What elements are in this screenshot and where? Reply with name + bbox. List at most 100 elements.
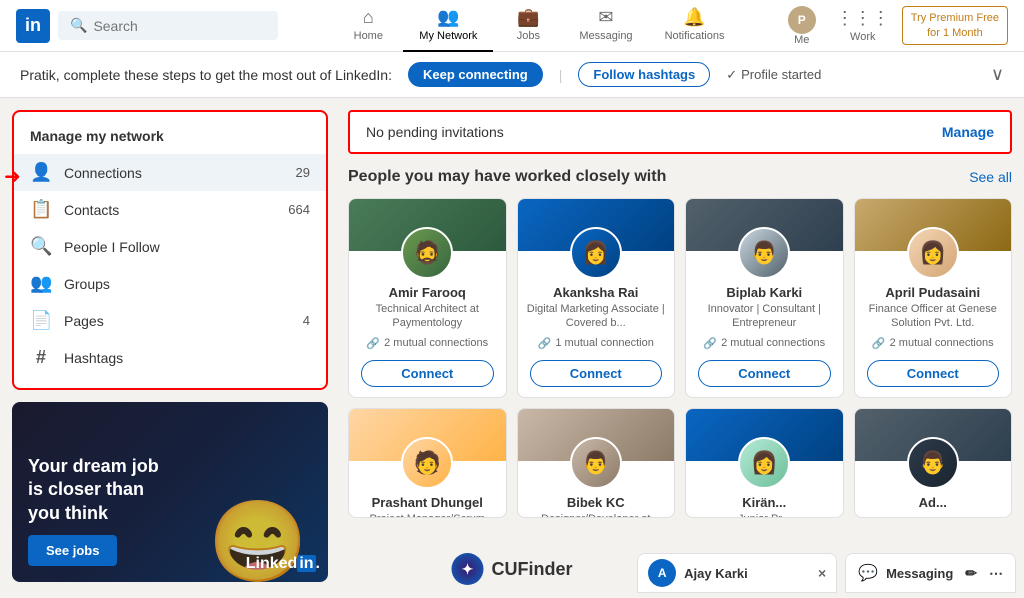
notifications-icon: 🔔 bbox=[683, 7, 705, 28]
nav-home[interactable]: ⌂ Home bbox=[333, 0, 403, 52]
connections-count: 29 bbox=[296, 165, 310, 180]
me-label: Me bbox=[794, 34, 809, 46]
banner-text: Pratik, complete these steps to get the … bbox=[20, 67, 392, 83]
grid-icon: ⋮⋮⋮ bbox=[836, 8, 890, 29]
cufinder-text: CUFinder bbox=[492, 559, 573, 580]
chat-name-ajay: Ajay Karki bbox=[684, 566, 810, 581]
person-title-2: Innovator | Consultant | Entrepreneur bbox=[686, 300, 843, 333]
card-avatar-wrap-3: 👩 bbox=[855, 227, 1012, 279]
connect-button-0[interactable]: Connect bbox=[361, 360, 494, 387]
contacts-icon: 📋 bbox=[30, 199, 52, 220]
person-mutual-1: 🔗 1 mutual connection bbox=[518, 333, 675, 354]
mutual-icon-0: 🔗 bbox=[366, 337, 380, 350]
connections-icon: 👤 bbox=[30, 162, 52, 183]
card-avatar-3: 👩 bbox=[907, 227, 959, 279]
banner-chevron-icon[interactable]: ∨ bbox=[991, 64, 1004, 85]
main-layout: ➜ Manage my network 👤 Connections 29 📋 C… bbox=[0, 98, 1024, 598]
person-title-1: Digital Marketing Associate | Covered b.… bbox=[518, 300, 675, 333]
search-bar[interactable]: 🔍 bbox=[58, 11, 278, 40]
see-jobs-button[interactable]: See jobs bbox=[28, 535, 117, 566]
person-card-2: 👨 Biplab Karki Innovator | Consultant | … bbox=[685, 198, 844, 398]
sidebar-card-title: Manage my network bbox=[14, 124, 326, 154]
nav-me[interactable]: P Me bbox=[780, 6, 824, 46]
see-all-link[interactable]: See all bbox=[969, 169, 1012, 185]
people-cards-row1: 🧔 Amir Farooq Technical Architect at Pay… bbox=[348, 198, 1012, 398]
profile-started: ✓ Profile started bbox=[726, 67, 821, 83]
invitations-wrapper: ➜ No pending invitations Manage bbox=[348, 110, 1012, 154]
card-avatar-wrap-2: 👨 bbox=[686, 227, 843, 279]
nav-network-label: My Network bbox=[419, 30, 477, 42]
connections-arrow: ➜ bbox=[4, 164, 21, 189]
person-name-6: Kirän... bbox=[686, 495, 843, 510]
search-input[interactable] bbox=[93, 18, 263, 34]
search-icon: 🔍 bbox=[70, 17, 87, 34]
sidebar-item-contacts[interactable]: 📋 Contacts 664 bbox=[14, 191, 326, 228]
sidebar-item-groups[interactable]: 👥 Groups bbox=[14, 265, 326, 302]
premium-button[interactable]: Try Premium Free for 1 Month bbox=[902, 6, 1008, 45]
person-mutual-2: 🔗 2 mutual connections bbox=[686, 333, 843, 354]
chat-avatar-ajay: A bbox=[648, 559, 676, 587]
cufinder-logo: ✦ bbox=[452, 553, 484, 585]
nav-jobs-label: Jobs bbox=[517, 30, 540, 42]
more-icon[interactable]: ⋯ bbox=[989, 565, 1003, 582]
nav-notifications[interactable]: 🔔 Notifications bbox=[649, 0, 741, 52]
connect-button-3[interactable]: Connect bbox=[867, 360, 1000, 387]
chat-window-ajay[interactable]: A Ajay Karki × bbox=[637, 553, 837, 593]
suggestions-title: People you may have worked closely with bbox=[348, 168, 666, 186]
linkedin-brand: Linkedin. bbox=[246, 551, 320, 574]
card-avatar-4: 🧑 bbox=[401, 437, 453, 489]
connect-button-1[interactable]: Connect bbox=[530, 360, 663, 387]
person-card-3: 👩 April Pudasaini Finance Officer at Gen… bbox=[854, 198, 1013, 398]
home-icon: ⌂ bbox=[363, 7, 374, 28]
groups-icon: 👥 bbox=[30, 273, 52, 294]
person-card-7: 👨 Ad... bbox=[854, 408, 1013, 518]
connect-button-2[interactable]: Connect bbox=[698, 360, 831, 387]
person-card-1: 👩 Akanksha Rai Digital Marketing Associa… bbox=[517, 198, 676, 398]
card-avatar-wrap-6: 👩 bbox=[686, 437, 843, 489]
pages-label: Pages bbox=[64, 313, 303, 329]
sidebar-item-hashtags[interactable]: # Hashtags bbox=[14, 339, 326, 376]
card-avatar-wrap-5: 👨 bbox=[518, 437, 675, 489]
sidebar-item-pages[interactable]: 📄 Pages 4 bbox=[14, 302, 326, 339]
compose-icon[interactable]: ✏ bbox=[965, 565, 977, 582]
cufinder-logo-symbol: ✦ bbox=[462, 561, 474, 578]
hashtags-label: Hashtags bbox=[64, 350, 310, 366]
messaging-bubble-icon: 💬 bbox=[858, 563, 878, 583]
nav-home-label: Home bbox=[354, 30, 383, 42]
contacts-count: 664 bbox=[288, 202, 310, 217]
person-card-5: 👨 Bibek KC Designer/Developer at bbox=[517, 408, 676, 518]
follow-hashtags-button[interactable]: Follow hashtags bbox=[578, 62, 710, 87]
nav-jobs[interactable]: 💼 Jobs bbox=[493, 0, 563, 52]
nav-messaging-label: Messaging bbox=[579, 30, 632, 42]
nav-notifications-label: Notifications bbox=[665, 30, 725, 42]
card-avatar-wrap-4: 🧑 bbox=[349, 437, 506, 489]
chat-close-ajay[interactable]: × bbox=[818, 565, 826, 581]
nav-work[interactable]: ⋮⋮⋮ Work bbox=[828, 8, 898, 43]
person-name-7: Ad... bbox=[855, 495, 1012, 510]
cufinder-watermark: ✦ CUFinder bbox=[452, 553, 573, 585]
suggestions-header: People you may have worked closely with … bbox=[348, 168, 1012, 186]
messaging-label: Messaging bbox=[886, 566, 953, 581]
person-title-4: Project Manager/Scrum bbox=[349, 510, 506, 518]
grow-network-link[interactable]: Grow your network bbox=[12, 594, 328, 598]
linkedin-logo[interactable]: in bbox=[16, 9, 50, 43]
network-icon: 👥 bbox=[437, 7, 459, 28]
keep-connecting-button[interactable]: Keep connecting bbox=[408, 62, 543, 87]
pages-count: 4 bbox=[303, 313, 310, 328]
nav-messaging[interactable]: ✉ Messaging bbox=[563, 0, 648, 52]
onboarding-banner: Pratik, complete these steps to get the … bbox=[0, 52, 1024, 98]
messaging-bubble[interactable]: 💬 Messaging ✏ ⋯ bbox=[845, 553, 1016, 593]
person-title-0: Technical Architect at Paymentology bbox=[349, 300, 506, 333]
nav-my-network[interactable]: 👥 My Network bbox=[403, 0, 493, 52]
manage-invitations-link[interactable]: Manage bbox=[942, 124, 994, 140]
person-name-0: Amir Farooq bbox=[349, 285, 506, 300]
mutual-icon-1: 🔗 bbox=[538, 337, 552, 350]
person-mutual-0: 🔗 2 mutual connections bbox=[349, 333, 506, 354]
invitations-text: No pending invitations bbox=[366, 124, 942, 140]
sidebar-item-connections[interactable]: 👤 Connections 29 bbox=[14, 154, 326, 191]
person-name-4: Prashant Dhungel bbox=[349, 495, 506, 510]
ad-text: Your dream job is closer than you think bbox=[28, 455, 178, 525]
connections-label: Connections bbox=[64, 165, 296, 181]
sidebar-item-people-follow[interactable]: 🔍 People I Follow bbox=[14, 228, 326, 265]
person-mutual-3: 🔗 2 mutual connections bbox=[855, 333, 1012, 354]
